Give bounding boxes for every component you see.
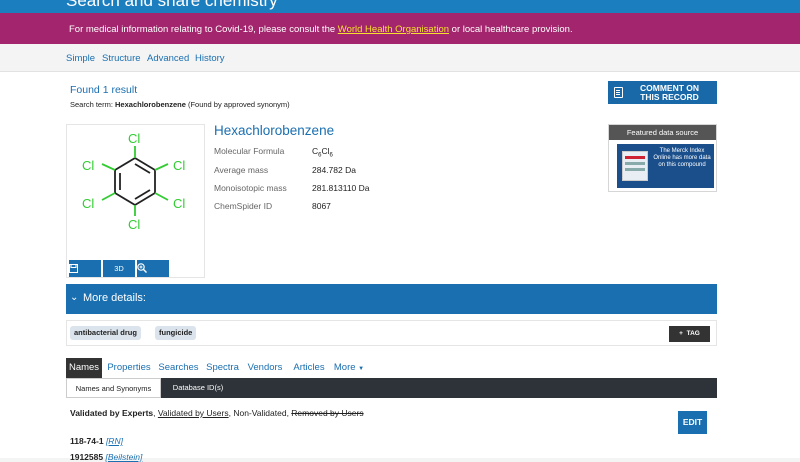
edit-button[interactable]: EDIT [678, 411, 707, 434]
synonym-row: 1912585 [Beilstein] [70, 452, 142, 462]
synonym-row: 118-74-1 [RN] [70, 436, 123, 446]
tab-more-label: More [333, 362, 356, 373]
atom-cl: Cl [128, 217, 140, 232]
legend-removed-users: Removed by Users [291, 408, 364, 418]
property-key: Average mass [214, 165, 269, 175]
tags-bar: antibacterial drug fungicide + TAG [66, 320, 717, 346]
merck-ad-text: The Merck Index Online has more data on … [653, 148, 711, 168]
property-row: Monoisotopic mass 281.813110 Da [214, 183, 414, 195]
cl-bond [154, 192, 169, 201]
covid-banner: For medical information relating to Covi… [0, 13, 800, 44]
property-value: 284.782 Da [312, 165, 356, 175]
cl-bond [101, 192, 116, 201]
property-row: ChemSpider ID 8067 [214, 201, 414, 213]
zoom-structure-button[interactable] [137, 260, 169, 277]
synonym-name: 1912585 [70, 452, 104, 462]
compound-name: Hexachlorobenzene [214, 123, 335, 138]
chevron-down-icon: ⌄ [70, 292, 79, 303]
tab-properties[interactable]: Properties [104, 358, 154, 378]
tab-names[interactable]: Names [66, 358, 102, 378]
nav-advanced[interactable]: Advanced [147, 53, 189, 64]
search-term-label: Search term: [70, 100, 116, 109]
property-value: 8067 [312, 201, 331, 211]
result-count: Found 1 result [70, 84, 138, 96]
bond [114, 192, 136, 206]
tab-vendors[interactable]: Vendors [244, 358, 286, 378]
comment-doc-icon [614, 87, 623, 98]
banner-text-before: For medical information relating to Covi… [69, 24, 338, 35]
formula-cl: Cl [321, 146, 330, 156]
nav-structure[interactable]: Structure [102, 53, 141, 64]
validation-legend: Validated by Experts, Validated by Users… [70, 408, 364, 418]
merck-book-icon [622, 151, 648, 181]
add-tag-button[interactable]: + TAG [669, 326, 710, 342]
search-term-line: Search term: Hexachlorobenzene (Found by… [70, 100, 290, 109]
legend-validated-experts: Validated by Experts [70, 408, 154, 418]
banner-text-after: or local healthcare provision. [449, 24, 573, 35]
bond [134, 192, 156, 206]
cl-bond [154, 163, 169, 171]
molecule-structure: Cl Cl Cl Cl Cl Cl [82, 131, 185, 232]
plus-icon: + [679, 330, 683, 337]
comment-label-2: THIS RECORD [640, 92, 699, 102]
caret-down-icon: ▼ [358, 366, 365, 372]
more-details-label: More details: [83, 292, 146, 304]
property-row: Molecular Formula C6Cl6 [214, 146, 414, 159]
featured-data-source: Featured data source The Merck Index Onl… [608, 124, 717, 192]
3d-view-button[interactable]: 3D [103, 260, 135, 277]
atom-cl: Cl [173, 158, 185, 173]
main-content: Found 1 result Search term: Hexachlorobe… [0, 72, 800, 462]
who-link[interactable]: World Health Organisation [338, 24, 449, 35]
subtab-names-synonyms[interactable]: Names and Synonyms [66, 378, 161, 398]
search-nav: Simple Structure Advanced History [0, 44, 800, 72]
structure-viewer[interactable]: Cl Cl Cl Cl Cl Cl 3D [66, 124, 205, 278]
synonym-ref-link[interactable]: [RN] [106, 436, 123, 446]
nav-simple[interactable]: Simple [66, 53, 95, 64]
featured-header: Featured data source [609, 125, 716, 140]
banner-text: For medical information relating to Covi… [69, 24, 573, 35]
site-title: Search and share chemistry [66, 0, 278, 10]
property-value: 281.813110 Da [312, 183, 370, 193]
tab-searches[interactable]: Searches [156, 358, 201, 378]
synonym-name: 118-74-1 [70, 436, 104, 446]
comment-button[interactable]: COMMENT ON THIS RECORD [608, 81, 717, 104]
search-term: Hexachlorobenzene [115, 100, 186, 109]
legend-validated-users: Validated by Users [157, 408, 229, 418]
atom-cl: Cl [173, 196, 185, 211]
property-key: ChemSpider ID [214, 201, 273, 211]
formula-cl-count: 6 [329, 152, 333, 159]
atom-cl: Cl [128, 131, 140, 146]
tag-chip[interactable]: antibacterial drug [70, 326, 141, 340]
bond [114, 157, 136, 171]
save-icon [69, 264, 78, 273]
property-key: Monoisotopic mass [214, 183, 287, 193]
tag-chip[interactable]: fungicide [155, 326, 197, 340]
more-details-toggle[interactable]: ⌄ More details: [66, 284, 717, 314]
synonym-ref-link[interactable]: [Beilstein] [105, 452, 142, 462]
nav-history[interactable]: History [195, 53, 225, 64]
site-header: Search and share chemistry [0, 0, 800, 13]
subtab-database-ids[interactable]: Database ID(s) [163, 378, 233, 398]
zoom-icon [137, 263, 147, 273]
tab-more[interactable]: More ▼ [330, 358, 368, 378]
bond [134, 157, 156, 171]
tab-articles[interactable]: Articles [288, 358, 330, 378]
tab-spectra[interactable]: Spectra [203, 358, 242, 378]
merck-index-ad[interactable]: The Merck Index Online has more data on … [617, 144, 714, 188]
property-row: Average mass 284.782 Da [214, 165, 414, 177]
cl-bond [101, 163, 116, 171]
atom-cl: Cl [82, 158, 94, 173]
legend-non-validated: , Non-Validated, [228, 408, 292, 418]
atom-cl: Cl [82, 196, 94, 211]
record-tabs: Names Properties Searches Spectra Vendor… [66, 358, 717, 378]
save-structure-button[interactable] [69, 260, 101, 277]
property-key: Molecular Formula [214, 146, 285, 156]
structure-toolbar: 3D [69, 260, 170, 277]
names-subtabs: Names and Synonyms Database ID(s) [66, 378, 717, 398]
search-term-note: (Found by approved synonym) [185, 100, 290, 109]
add-tag-label: TAG [686, 330, 700, 337]
molecular-formula: C6Cl6 [312, 146, 333, 159]
